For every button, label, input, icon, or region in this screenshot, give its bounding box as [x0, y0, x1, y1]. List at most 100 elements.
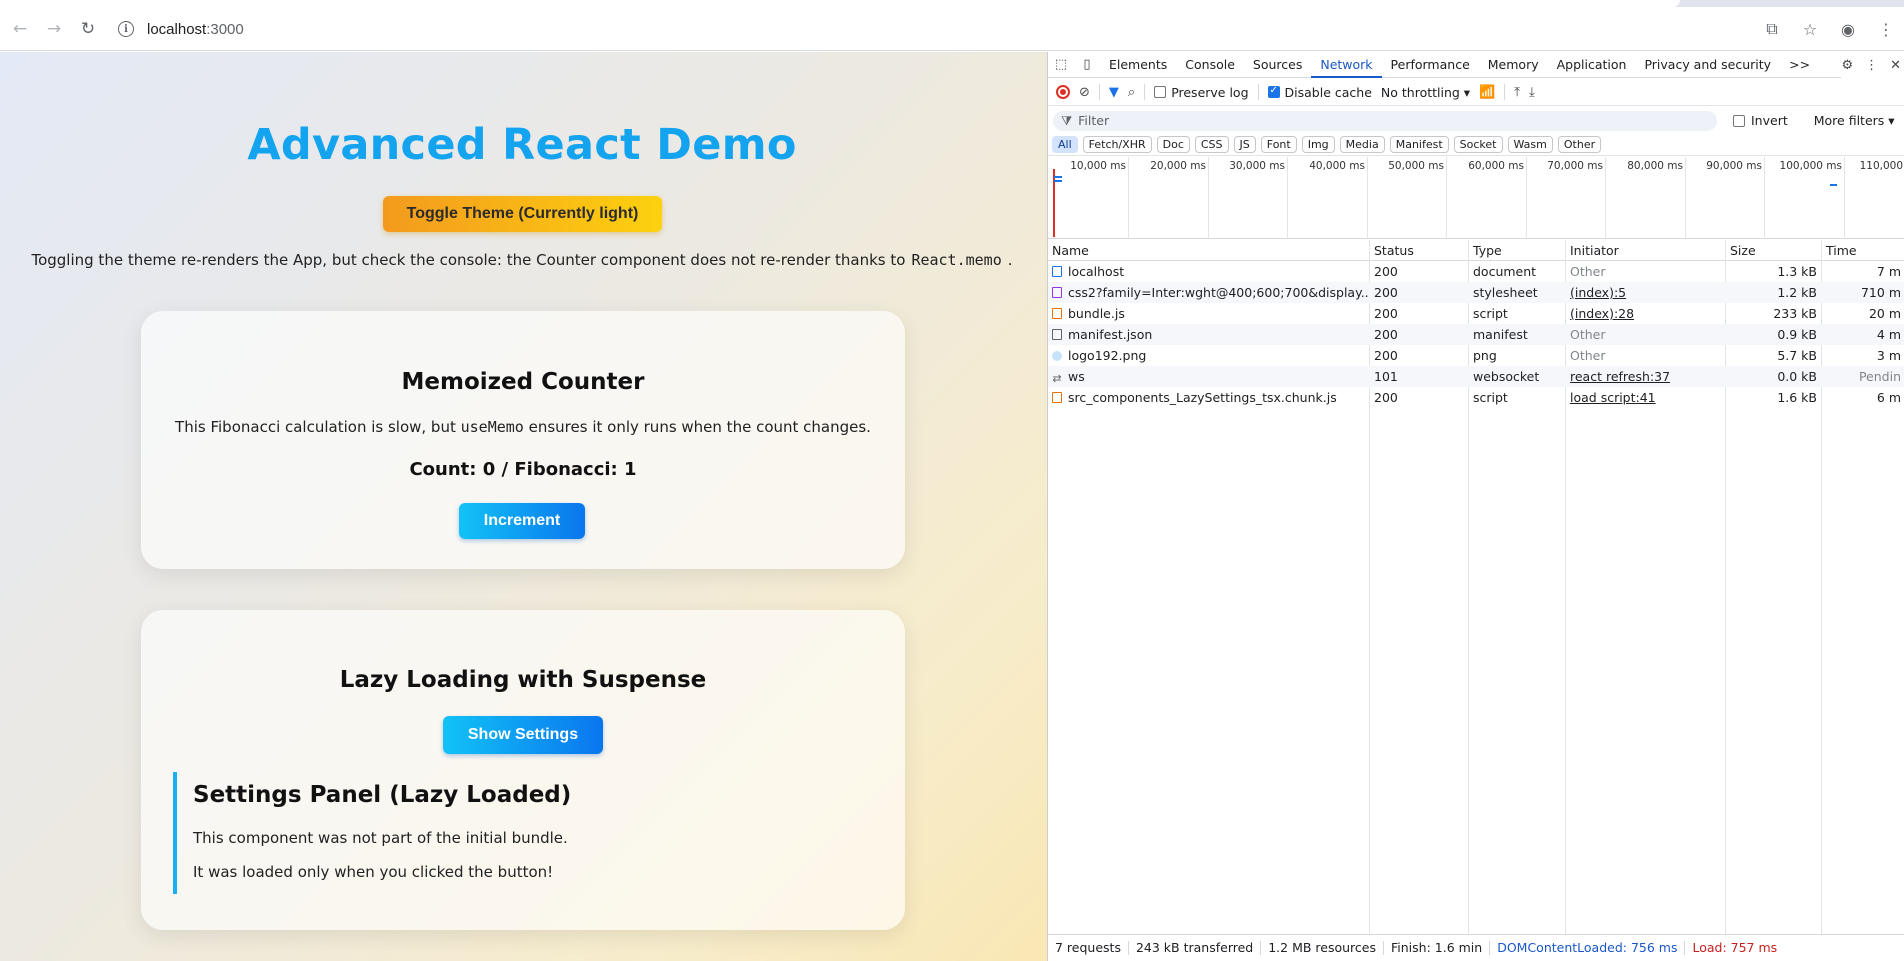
browser-menu-icon[interactable]: ⋮ — [1876, 20, 1896, 39]
preserve-log-checkbox[interactable]: Preserve log — [1154, 85, 1249, 100]
type-filter-css[interactable]: CSS — [1194, 136, 1229, 153]
type-filter-img[interactable]: Img — [1301, 136, 1335, 153]
install-app-icon[interactable]: ⧉ — [1762, 19, 1782, 39]
toolbar-divider — [1144, 84, 1146, 100]
timeline-request-bar — [1054, 180, 1062, 182]
filter-input[interactable]: ⧩ Filter — [1053, 110, 1717, 131]
tab-application[interactable]: Application — [1548, 52, 1636, 78]
export-har-icon[interactable]: ⤓ — [1529, 85, 1535, 100]
column-header-type[interactable]: Type — [1469, 240, 1565, 261]
column-header-size[interactable]: Size — [1726, 240, 1821, 261]
file-doc-icon — [1052, 266, 1062, 277]
filter-row: ⧩ Filter Invert More filters ▾ — [1048, 107, 1904, 134]
column-header-time[interactable]: Time — [1822, 240, 1904, 261]
timeline-request-bar — [1830, 184, 1837, 186]
tab-memory[interactable]: Memory — [1479, 52, 1548, 78]
profile-icon[interactable]: ◉ — [1838, 20, 1858, 39]
request-row[interactable]: bundle.js 200 script (index):28 233 kB 20 m — [1048, 303, 1904, 324]
type-filter-wasm[interactable]: Wasm — [1507, 136, 1553, 153]
network-summary-bar: 7 requests 243 kB transferred 1.2 MB res… — [1048, 934, 1904, 961]
show-settings-button[interactable]: Show Settings — [443, 716, 603, 754]
throttling-select[interactable]: No throttling ▾ — [1381, 85, 1470, 100]
device-toolbar-icon[interactable]: ▯ — [1074, 57, 1100, 72]
devtools-menu-icon[interactable]: ⋮ — [1865, 58, 1878, 73]
request-type-cell: script — [1473, 390, 1508, 405]
request-status-cell: 200 — [1374, 327, 1398, 342]
type-filter-fetch-xhr[interactable]: Fetch/XHR — [1082, 136, 1152, 153]
request-initiator-cell: Other — [1570, 348, 1606, 363]
clear-icon[interactable]: ⊘ — [1079, 85, 1090, 100]
request-initiator-cell[interactable]: (index):28 — [1566, 303, 1725, 324]
tab-elements[interactable]: Elements — [1100, 52, 1176, 78]
checkbox-unchecked[interactable] — [1154, 86, 1167, 98]
more-tabs-button[interactable]: >> — [1780, 52, 1819, 78]
disable-cache-checkbox[interactable]: Disable cache — [1267, 85, 1372, 100]
column-header-initiator[interactable]: Initiator — [1566, 240, 1725, 261]
type-filter-font[interactable]: Font — [1260, 136, 1297, 153]
request-row[interactable]: css2?family=Inter:wght@400;600;700&displ… — [1048, 282, 1904, 303]
tab-strip — [0, 0, 1904, 7]
address-bar[interactable]: i localhost:3000 — [118, 14, 1758, 44]
type-filter-other[interactable]: Other — [1557, 136, 1602, 153]
checkbox-checked[interactable] — [1267, 85, 1280, 98]
file-js-icon — [1052, 392, 1062, 403]
request-row[interactable]: localhost 200 document Other 1.3 kB 7 m — [1048, 261, 1904, 282]
request-status-cell: 200 — [1374, 306, 1398, 321]
request-row[interactable]: src_components_LazySettings_tsx.chunk.js… — [1048, 387, 1904, 408]
column-header-name[interactable]: Name — [1048, 240, 1369, 261]
request-name-cell: css2?family=Inter:wght@400;600;700&displ… — [1048, 282, 1369, 303]
more-filters-dropdown[interactable]: More filters ▾ — [1814, 113, 1895, 128]
type-filter-all[interactable]: All — [1052, 136, 1078, 153]
request-status-cell: 200 — [1374, 348, 1398, 363]
network-conditions-icon[interactable]: 📶 — [1479, 85, 1495, 100]
timeline-label: 40,000 ms — [1309, 160, 1365, 172]
settings-panel-text: It was loaded only when you clicked the … — [193, 863, 554, 881]
request-row[interactable]: ⇄ ws 101 websocket react refresh:37 0.0 kB Pen… — [1048, 366, 1904, 387]
request-row[interactable]: logo192.png 200 png Other 5.7 kB 3 m — [1048, 345, 1904, 366]
request-initiator-cell[interactable]: react refresh:37 — [1566, 366, 1725, 387]
toggle-theme-button[interactable]: Toggle Theme (Currently light) — [383, 196, 662, 232]
url-text[interactable]: localhost:3000 — [147, 21, 244, 38]
network-overview-timeline[interactable]: 10,000 ms 20,000 ms 30,000 ms 40,000 ms … — [1048, 157, 1904, 239]
request-status-cell: 200 — [1374, 285, 1398, 300]
tab-network[interactable]: Network — [1311, 52, 1382, 78]
request-row[interactable]: manifest.json 200 manifest Other 0.9 kB 4 m — [1048, 324, 1904, 345]
column-header-status[interactable]: Status — [1370, 240, 1468, 261]
type-filter-media[interactable]: Media — [1339, 136, 1385, 153]
tab-performance[interactable]: Performance — [1382, 52, 1479, 78]
filter-funnel-icon[interactable]: ▼ — [1109, 85, 1119, 100]
type-filter-socket[interactable]: Socket — [1453, 136, 1503, 153]
type-filter-doc[interactable]: Doc — [1156, 136, 1190, 153]
settings-gear-icon[interactable]: ⚙ — [1841, 58, 1853, 73]
type-filter-manifest[interactable]: Manifest — [1389, 136, 1449, 153]
request-initiator-cell[interactable]: load script:41 — [1566, 387, 1725, 408]
increment-button[interactable]: Increment — [459, 503, 585, 539]
back-icon[interactable]: ← — [6, 15, 34, 43]
site-info-icon[interactable]: i — [118, 21, 134, 37]
counter-card-description: This Fibonacci calculation is slow, but … — [175, 418, 871, 436]
close-icon[interactable]: ✕ — [1890, 58, 1901, 73]
request-time-cell: 20 m — [1868, 306, 1901, 321]
requests-table: Name Status Type Initiator Size Time loc… — [1048, 240, 1904, 934]
request-size-cell: 0.0 kB — [1777, 369, 1817, 384]
request-initiator-cell[interactable]: (index):5 — [1566, 282, 1725, 303]
request-type-cell: websocket — [1473, 369, 1540, 384]
filter-icon: ⧩ — [1061, 112, 1073, 128]
search-icon[interactable]: ⌕ — [1128, 85, 1135, 100]
import-har-icon[interactable]: ⤒ — [1514, 85, 1520, 100]
inspect-element-icon[interactable]: ⬚ — [1048, 57, 1074, 72]
request-name-cell: localhost — [1048, 261, 1369, 282]
tab-console[interactable]: Console — [1176, 52, 1244, 78]
tab-sources[interactable]: Sources — [1244, 52, 1311, 78]
forward-icon[interactable]: → — [40, 15, 68, 43]
tab-privacy-and-security[interactable]: Privacy and security — [1635, 52, 1780, 78]
invert-checkbox[interactable]: Invert — [1733, 113, 1788, 128]
type-filter-js[interactable]: JS — [1233, 136, 1256, 153]
request-status-cell: 101 — [1374, 369, 1398, 384]
request-name-cell: ⇄ ws — [1052, 369, 1085, 385]
checkbox-unchecked[interactable] — [1733, 114, 1745, 127]
bookmark-star-icon[interactable]: ☆ — [1800, 20, 1820, 39]
record-icon[interactable] — [1056, 85, 1070, 99]
reload-icon[interactable]: ↻ — [74, 15, 102, 43]
timeline-label: 20,000 ms — [1150, 160, 1206, 172]
